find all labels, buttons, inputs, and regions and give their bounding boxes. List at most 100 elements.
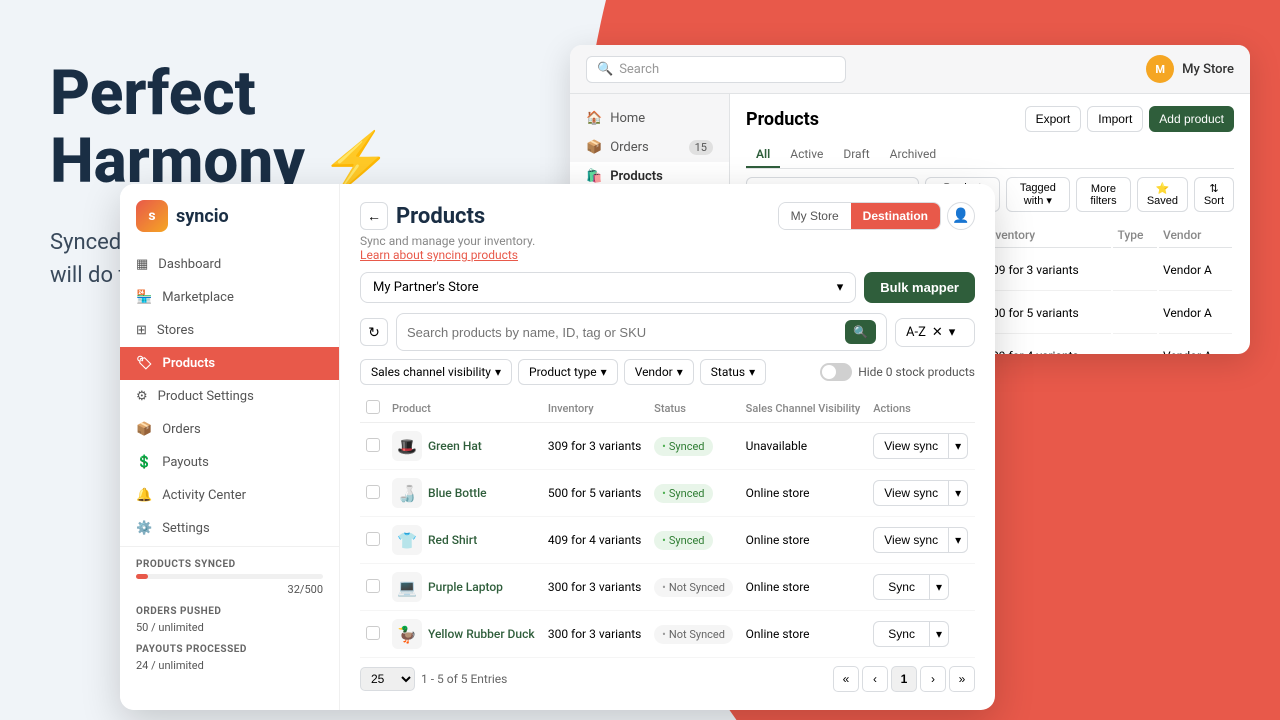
payouts-processed-stat: PAYOUTS PROCESSED 24 / unlimited [136,644,323,672]
syncio-nav-settings[interactable]: ⚙️ Settings [120,512,339,545]
shopify-nav-home[interactable]: 🏠 Home [570,104,729,133]
view-sync-btn[interactable]: View sync [873,433,949,459]
sync-btn[interactable]: Sync [873,621,930,647]
view-sync-dropdown-btn[interactable]: ▾ [949,480,968,506]
table-row: 🍶 Blue Bottle 500 for 5 variants Synced … [360,470,975,517]
shopify-nav-orders[interactable]: 📦 Orders 15 [570,133,729,162]
store-select[interactable]: My Partner's Store ▾ [360,272,856,303]
sort-select[interactable]: A-Z ✕ ▾ [895,318,975,347]
shopify-sort-btn[interactable]: ⇅ Sort [1194,177,1234,212]
row-checkbox[interactable] [366,438,380,452]
shopify-tab-draft[interactable]: Draft [833,142,879,168]
nav-label: Marketplace [162,290,234,305]
shopify-tab-all[interactable]: All [746,142,780,168]
syncio-nav-payouts[interactable]: 💲 Payouts [120,446,339,479]
vendor-filter[interactable]: Vendor ▾ [624,359,694,385]
pag-next-btn[interactable]: › [920,666,946,692]
sort-clear-icon: ✕ [932,325,943,340]
product-name-link[interactable]: Red Shirt [428,533,477,547]
syncio-nav-product-settings[interactable]: ⚙ Product Settings [120,380,339,413]
filter-label: Sales channel visibility [371,365,491,379]
settings-icon: ⚙️ [136,521,152,536]
pag-prev-btn[interactable]: ‹ [862,666,888,692]
search-submit-btn[interactable]: 🔍 [845,320,876,344]
product-type-filter[interactable]: Product type ▾ [518,359,618,385]
shopify-store-btn[interactable]: M My Store [1146,55,1234,83]
filter-label: Product type [529,365,597,379]
dashboard-icon: ▦ [136,257,148,272]
table-header-row: Product Inventory Status Sales Channel V… [360,395,975,423]
syncio-nav-stores[interactable]: ⊞ Stores [120,314,339,347]
row-checkbox[interactable] [366,532,380,546]
product-name-link[interactable]: Purple Laptop [428,580,503,594]
product-thumbnail: 👕 [392,525,422,555]
toggle-switch[interactable] [820,363,852,381]
learn-link[interactable]: Learn about syncing products [360,248,535,262]
product-visibility: Online store [740,611,868,658]
row-checkbox[interactable] [366,626,380,640]
syncio-nav-products[interactable]: 🏷 Products [120,347,339,380]
col-inventory: Inventory [542,395,648,423]
syncio-nav-marketplace[interactable]: 🏪 Marketplace [120,281,339,314]
shopify-import-btn[interactable]: Import [1087,106,1143,132]
shopify-saved-btn[interactable]: ⭐ Saved [1137,177,1188,212]
store-select-value: My Partner's Store [373,280,479,295]
shopify-export-btn[interactable]: Export [1025,106,1082,132]
shopify-more-filters[interactable]: More filters [1076,177,1131,212]
sales-channel-filter[interactable]: Sales channel visibility ▾ [360,359,512,385]
status-filter[interactable]: Status ▾ [700,359,766,385]
shopify-search-bar[interactable]: 🔍 Search [586,56,846,83]
nav-label: Payouts [162,455,209,470]
pag-first-btn[interactable]: « [833,666,859,692]
syncio-nav-activity[interactable]: 🔔 Activity Center [120,479,339,512]
view-sync-btn[interactable]: View sync [873,480,949,506]
product-inventory: 300 for 3 variants [542,611,648,658]
user-icon[interactable]: 👤 [947,202,975,230]
my-store-toggle[interactable]: My Store [779,203,851,229]
sync-dropdown-btn[interactable]: ▾ [930,574,949,600]
refresh-button[interactable]: ↻ [360,318,388,346]
product-name-link[interactable]: Green Hat [428,439,482,453]
pag-page-1-btn[interactable]: 1 [891,666,917,692]
pag-last-btn[interactable]: » [949,666,975,692]
row-checkbox[interactable] [366,485,380,499]
bulk-mapper-btn[interactable]: Bulk mapper [864,272,975,303]
syncio-main-header: ← Products Sync and manage your inventor… [360,202,975,262]
sync-btn[interactable]: Sync [873,574,930,600]
back-button[interactable]: ← [360,202,388,230]
destination-toggle[interactable]: Destination [851,203,940,229]
view-sync-btn[interactable]: View sync [873,527,949,553]
table-row: 💻 Purple Laptop 300 for 3 variants Not S… [360,564,975,611]
synced-status-badge: Synced [654,437,712,456]
syncio-search-row: ↻ 🔍 A-Z ✕ ▾ [360,313,975,351]
shopify-add-product-btn[interactable]: Add product [1149,106,1234,132]
search-input[interactable] [407,325,839,340]
sync-dropdown-btn[interactable]: ▾ [930,621,949,647]
product-vendor: Vendor A [1159,250,1232,291]
product-visibility: Unavailable [740,423,868,470]
store-avatar: M [1146,55,1174,83]
products-icon: 🛍️ [586,169,602,184]
syncio-nav-orders[interactable]: 📦 Orders [120,413,339,446]
product-vendor: Vendor A [1159,293,1232,334]
row-checkbox[interactable] [366,579,380,593]
product-name-link[interactable]: Blue Bottle [428,486,487,500]
product-name-link[interactable]: Yellow Rubber Duck [428,627,535,641]
action-btn-group: View sync ▾ [873,527,969,553]
shopify-store-name: My Store [1182,62,1234,77]
nav-label: Products [163,356,216,371]
syncio-products-table: Product Inventory Status Sales Channel V… [360,395,975,658]
product-visibility: Online store [740,564,868,611]
shopify-tab-archived[interactable]: Archived [880,142,946,168]
shopify-tagged-filter[interactable]: Tagged with ▾ [1006,177,1070,212]
products-tag-icon: 🏷 [136,356,153,371]
product-thumbnail: 🦆 [392,619,422,649]
syncio-nav-dashboard[interactable]: ▦ Dashboard [120,248,339,281]
shopify-tab-active[interactable]: Active [780,142,833,168]
syncio-stats: PRODUCTS SYNCED 32/500 ORDERS PUSHED 50 … [120,546,339,694]
per-page-select[interactable]: 25 50 100 [360,667,415,691]
view-sync-dropdown-btn[interactable]: ▾ [949,433,968,459]
view-sync-dropdown-btn[interactable]: ▾ [949,527,968,553]
select-all-checkbox[interactable] [366,400,380,414]
product-cell: 👕 Red Shirt [392,525,536,555]
